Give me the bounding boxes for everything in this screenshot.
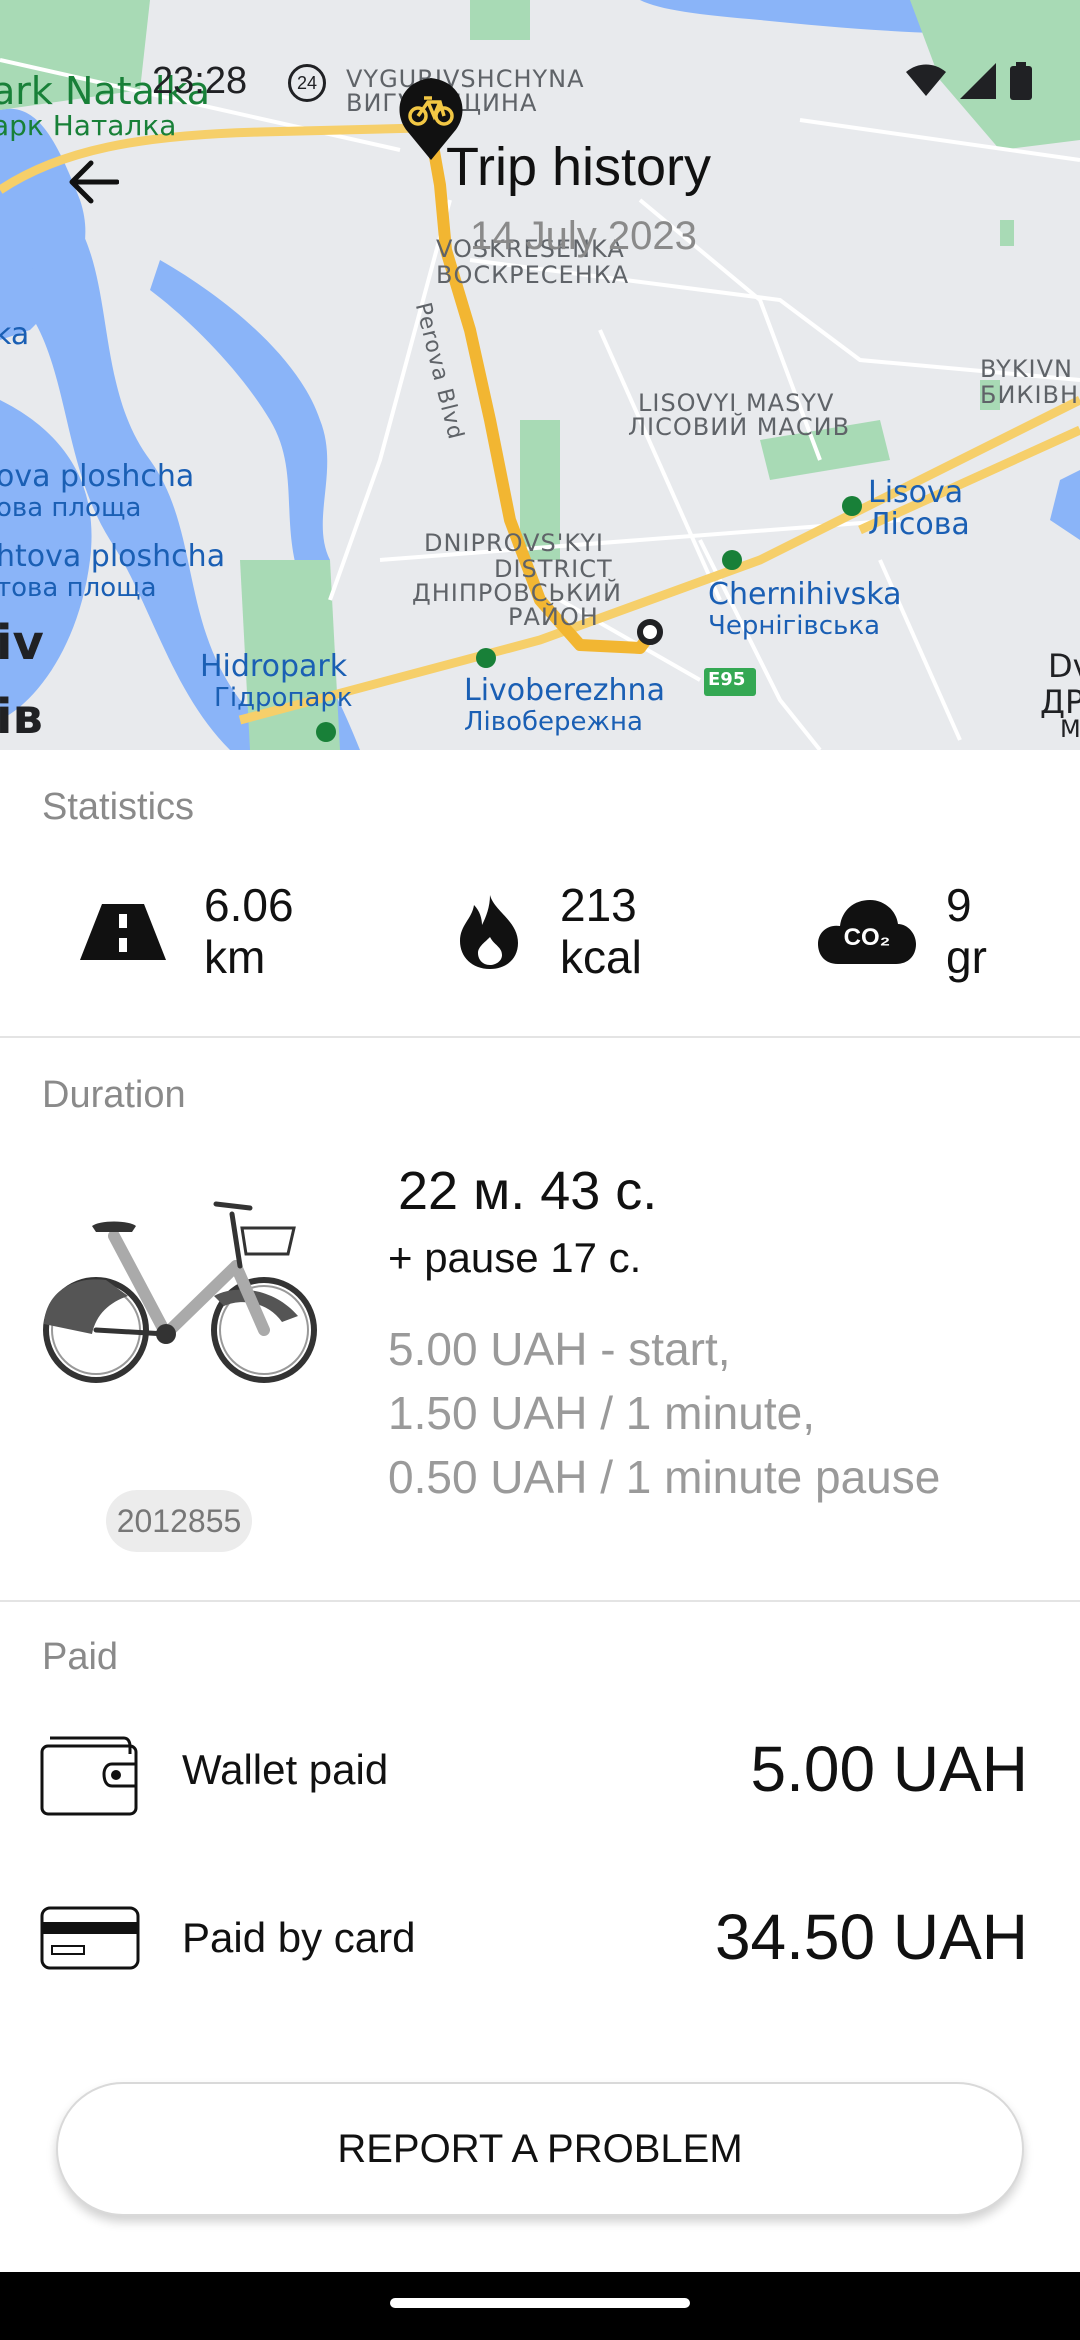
distance-stat: 6.06 km	[80, 879, 294, 983]
co2-icon-text: CO₂	[843, 923, 891, 951]
distance-value: 6.06	[204, 879, 294, 931]
trip-date: 14 July 2023	[470, 214, 697, 258]
map-label: BYKIVN	[980, 355, 1073, 383]
status-bar: 23:28 24	[0, 52, 1080, 112]
system-nav-bar	[0, 2272, 1080, 2340]
map-label: Гідропарк	[214, 683, 353, 713]
paid-label: Paid	[42, 1636, 119, 1678]
divider	[0, 1600, 1080, 1602]
page-title: Trip history	[446, 137, 712, 197]
wallet-icon	[40, 1736, 138, 1816]
road-icon	[80, 903, 166, 960]
map-label: ова площа	[0, 493, 142, 523]
battery-icon	[1010, 62, 1032, 100]
flame-icon	[460, 894, 518, 969]
map-label: htova ploshcha	[0, 539, 226, 574]
map-label: арк Наталка	[0, 109, 177, 142]
wifi-icon	[906, 64, 946, 96]
map-label: Lisova	[868, 475, 964, 510]
map-label: ВОСКРЕСЕНКА	[436, 261, 630, 289]
map-label: Dv	[1048, 647, 1080, 685]
co2-cloud-icon: CO₂	[818, 898, 916, 966]
co2-stat: CO₂ 9 gr	[818, 879, 987, 983]
home-gesture-handle[interactable]	[390, 2298, 690, 2308]
map-label: Chernihivska	[708, 577, 902, 612]
wallet-paid-label: Wallet paid	[182, 1746, 389, 1793]
card-payment-row: Paid by card 34.50 UAH	[0, 1884, 1080, 1994]
divider	[0, 1036, 1080, 1038]
back-button[interactable]	[62, 150, 126, 214]
wallet-paid-amount: 5.00 UAH	[750, 1733, 1028, 1805]
map-label: РАЙОН	[508, 603, 599, 631]
co2-unit: gr	[946, 930, 987, 983]
bike-image	[43, 1201, 317, 1383]
map-label: Лісова	[868, 507, 970, 542]
statistics-label: Statistics	[42, 786, 195, 828]
map-label: Лівобережна	[464, 707, 643, 737]
map-label: ЛІСОВИЙ МАСИВ	[628, 413, 851, 441]
calories-unit: kcal	[560, 930, 642, 983]
map-label: Чернігівська	[708, 611, 881, 641]
route-shield-label: E95	[708, 669, 746, 690]
calories-stat: 213 kcal	[456, 879, 642, 983]
duration-label: Duration	[42, 1074, 186, 1116]
map-label: M	[1060, 715, 1080, 743]
trip-duration: 22 м. 43 с.	[398, 1161, 658, 1221]
bike-id-badge: 2012855	[106, 1490, 252, 1552]
map-label: БИКІВН	[980, 381, 1080, 409]
map-label: Hidropark	[200, 649, 348, 684]
status-time: 23:28	[152, 60, 248, 102]
map-label: това площа	[0, 573, 157, 603]
map-label: DNIPROVS'KYI	[424, 529, 604, 557]
co2-value: 9	[946, 879, 972, 931]
pause-duration: + pause 17 с.	[388, 1234, 642, 1281]
map-label: ova ploshcha	[0, 459, 195, 494]
map-label: ka	[0, 317, 30, 352]
credit-card-icon	[40, 1906, 140, 1970]
notification-badge-icon: 24	[288, 64, 326, 102]
card-paid-label: Paid by card	[182, 1914, 416, 1961]
trip-map[interactable]: ark Natalka арк Наталка VYGURIVSHCHYNA В…	[0, 0, 1080, 750]
calories-value: 213	[560, 879, 637, 931]
card-paid-amount: 34.50 UAH	[714, 1901, 1028, 1973]
arrow-left-icon	[69, 160, 119, 204]
report-problem-button[interactable]: REPORT A PROBLEM	[56, 2082, 1024, 2216]
distance-unit: km	[204, 930, 266, 983]
tariff-pause: 0.50 UAH / 1 minute pause	[388, 1451, 941, 1503]
map-label: iv	[0, 615, 44, 671]
signal-icon	[960, 63, 996, 99]
map-label: Livoberezhna	[464, 673, 665, 708]
tariff-per-minute: 1.50 UAH / 1 minute,	[388, 1387, 815, 1439]
map-label: ів	[0, 689, 43, 745]
wallet-payment-row: Wallet paid 5.00 UAH	[0, 1716, 1080, 1826]
status-icons	[906, 62, 1032, 100]
tariff-start: 5.00 UAH - start,	[388, 1323, 731, 1375]
